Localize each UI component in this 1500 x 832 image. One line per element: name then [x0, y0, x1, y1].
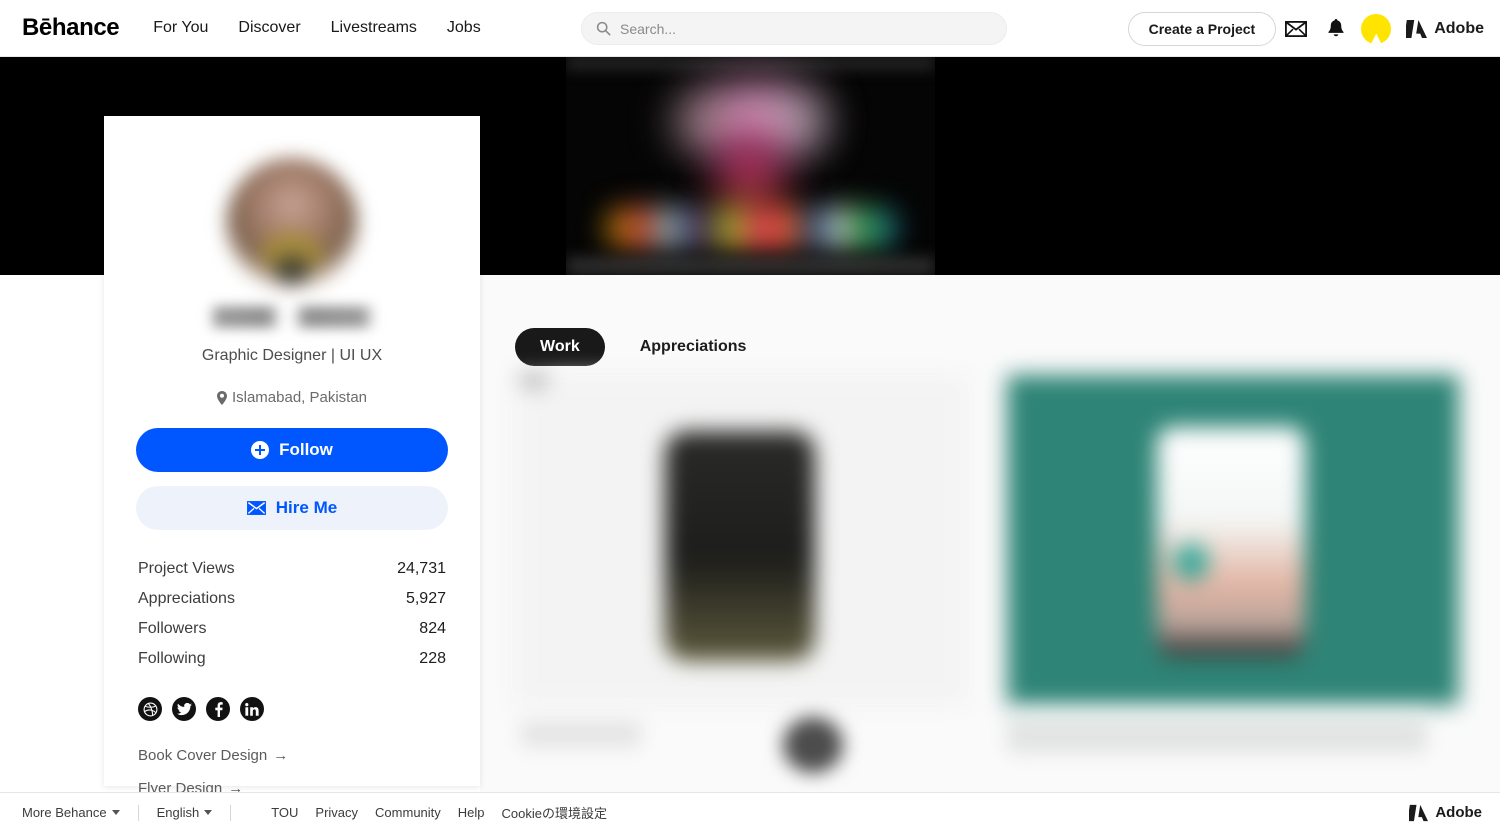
stat-value: 5,927 [405, 590, 446, 607]
project-grid [515, 375, 1460, 773]
project-caption [1007, 713, 1459, 773]
notifications-button[interactable] [1316, 9, 1356, 49]
footer-link-community[interactable]: Community [375, 805, 441, 820]
profile-card: Graphic Designer | UI UX Islamabad, Paki… [104, 116, 480, 797]
banner-color-strip [606, 207, 896, 249]
adobe-branding-footer[interactable]: Adobe [1409, 804, 1482, 822]
linkedin-glyph-icon [245, 702, 259, 716]
main-content: Work Appreciations [480, 275, 1500, 799]
footer-language-label: English [156, 805, 200, 820]
footer-link-privacy[interactable]: Privacy [315, 805, 358, 820]
user-avatar-button[interactable] [1356, 9, 1396, 49]
create-project-button[interactable]: Create a Project [1127, 11, 1277, 46]
nav-item-for-you[interactable]: For You [153, 19, 208, 37]
banner-artwork[interactable] [566, 57, 935, 275]
plus-circle-icon [251, 441, 270, 459]
profile-service-links: Book Cover Design → Flyer Design → [136, 747, 448, 797]
hire-me-button[interactable]: Hire Me [136, 486, 448, 530]
chevron-down-icon [111, 810, 120, 815]
facebook-glyph-icon [214, 701, 223, 717]
project-card[interactable] [1007, 375, 1459, 773]
tab-appreciations[interactable]: Appreciations [615, 328, 772, 366]
stat-label: Following [138, 650, 206, 667]
chevron-down-icon [204, 810, 213, 815]
search-icon [596, 21, 611, 36]
mail-icon [1285, 20, 1308, 37]
adobe-logo-icon [1409, 804, 1429, 821]
facebook-icon[interactable] [206, 697, 230, 721]
behance-profile-page: Bēhance For You Discover Livestreams Job… [0, 0, 1500, 832]
hire-me-button-label: Hire Me [275, 498, 338, 517]
user-avatar[interactable] [1361, 13, 1392, 44]
adobe-logo-icon [1406, 19, 1428, 38]
stat-row-appreciations: Appreciations 5,927 [136, 584, 448, 614]
stat-value: 228 [419, 650, 446, 667]
stat-row-following[interactable]: Following 228 [136, 644, 448, 674]
banner-blur-bottom [566, 259, 935, 273]
footer-more-behance-label: More Behance [22, 805, 107, 820]
footer-links: TOU Privacy Community Help Cookieの環境設定 [271, 803, 607, 822]
tab-work[interactable]: Work [515, 328, 605, 366]
social-links [136, 697, 448, 721]
site-header: Bēhance For You Discover Livestreams Job… [0, 0, 1500, 57]
content-tabs: Work Appreciations [480, 275, 1500, 366]
project-caption [515, 715, 967, 773]
behance-logo[interactable]: Bēhance [22, 16, 120, 40]
profile-stats: Project Views 24,731 Appreciations 5,927… [136, 554, 448, 674]
footer-link-cookie-settings[interactable]: Cookieの環境設定 [502, 803, 607, 822]
location-pin-icon [216, 390, 227, 405]
twitter-glyph-icon [176, 702, 192, 715]
twitter-icon[interactable] [172, 697, 196, 721]
stat-row-project-views: Project Views 24,731 [136, 554, 448, 584]
footer-divider [230, 804, 232, 821]
follow-button[interactable]: Follow [136, 428, 448, 472]
stat-row-followers[interactable]: Followers 824 [136, 614, 448, 644]
nav-item-jobs[interactable]: Jobs [447, 19, 481, 37]
bell-icon [1328, 18, 1344, 36]
stat-label: Appreciations [138, 590, 235, 607]
footer-divider [137, 804, 139, 821]
banner-blur-top [566, 57, 935, 69]
footer-more-behance[interactable]: More Behance [22, 805, 120, 820]
site-footer: More Behance English TOU Privacy Communi… [0, 792, 1500, 832]
nav-item-livestreams[interactable]: Livestreams [331, 19, 417, 37]
linkedin-icon[interactable] [240, 697, 264, 721]
profile-name [208, 306, 376, 328]
profile-headline: Graphic Designer | UI UX [201, 347, 383, 364]
search-input[interactable] [620, 20, 992, 37]
arrow-right-icon: → [273, 747, 289, 764]
adobe-branding-header[interactable]: Adobe [1406, 19, 1484, 39]
footer-language-select[interactable]: English [157, 805, 213, 820]
stat-value: 24,731 [397, 560, 446, 577]
adobe-label-header: Adobe [1434, 19, 1484, 37]
stat-label: Project Views [138, 560, 235, 577]
profile-location-label: Islamabad, Pakistan [231, 389, 368, 406]
footer-link-help[interactable]: Help [458, 805, 485, 820]
project-thumbnail-image[interactable] [1007, 375, 1459, 705]
follow-button-label: Follow [279, 440, 333, 459]
service-link-label: Book Cover Design [138, 747, 268, 764]
stat-label: Followers [138, 620, 207, 637]
profile-location: Islamabad, Pakistan [136, 389, 448, 406]
service-link-book-cover-design[interactable]: Book Cover Design → [138, 747, 448, 764]
envelope-icon [246, 501, 266, 515]
dribbble-glyph-icon [143, 702, 157, 716]
project-thumbnail-image[interactable] [515, 375, 967, 705]
project-card[interactable] [515, 375, 967, 773]
header-actions: Create a Project Adobe [1127, 0, 1484, 57]
search-bar[interactable] [581, 12, 1007, 45]
footer-link-tou[interactable]: TOU [271, 805, 298, 820]
adobe-label-footer: Adobe [1435, 804, 1482, 821]
messages-button[interactable] [1276, 9, 1316, 49]
profile-avatar[interactable] [226, 158, 358, 290]
dribbble-icon[interactable] [138, 697, 162, 721]
primary-nav: For You Discover Livestreams Jobs [153, 19, 480, 37]
stat-value: 824 [419, 620, 446, 637]
nav-item-discover[interactable]: Discover [238, 19, 300, 37]
